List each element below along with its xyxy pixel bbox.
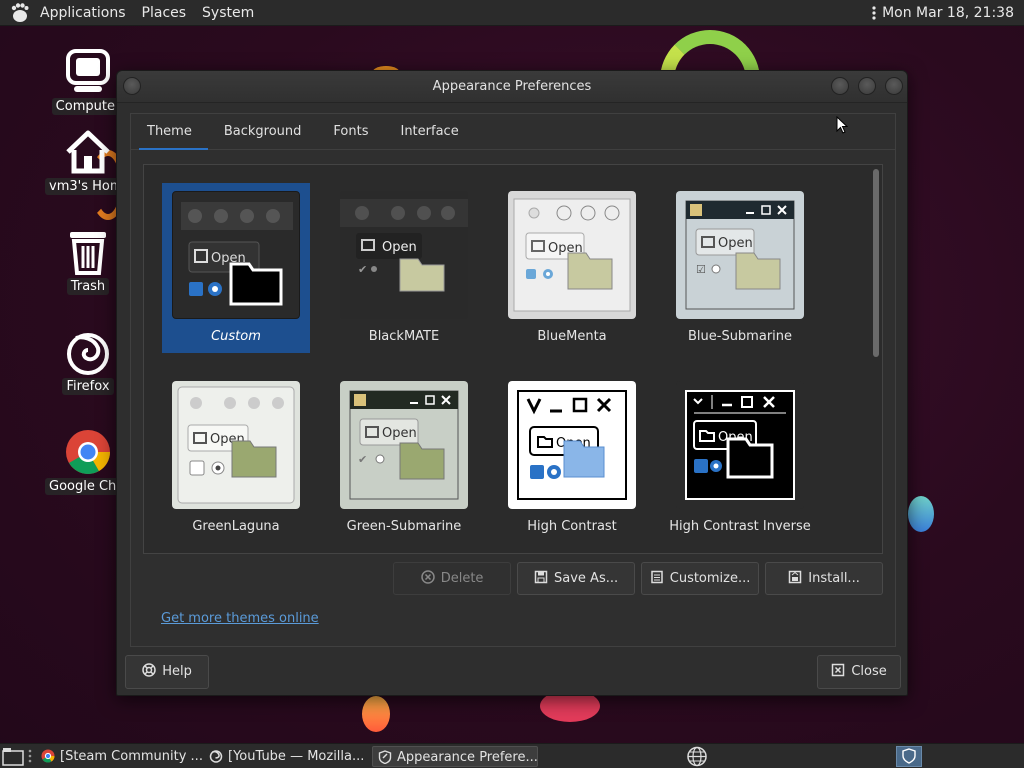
gnome-foot-icon[interactable] — [8, 2, 32, 24]
install-label: Install... — [808, 571, 860, 586]
help-label: Help — [162, 664, 192, 679]
taskbar-item-youtube[interactable]: [YouTube — Mozilla... — [204, 746, 370, 767]
customize-label: Customize... — [669, 571, 751, 586]
computer-icon — [66, 49, 110, 92]
help-button[interactable]: Help — [125, 655, 209, 689]
theme-item-green-submarine[interactable]: Open ✔ Green-Submarine — [330, 373, 478, 543]
tab-background[interactable]: Background — [208, 114, 318, 149]
close-icon — [831, 663, 845, 677]
panel-separator-icon — [28, 749, 32, 763]
kebab-menu-icon[interactable] — [872, 6, 876, 20]
theme-item-blue-submarine[interactable]: Open ☑ Blue-Submarine — [666, 183, 814, 353]
thumb-open-label: Open — [718, 236, 753, 251]
theme-preview: Open ✔ — [340, 381, 468, 509]
firefox-icon — [67, 333, 109, 375]
install-button[interactable]: Install... — [765, 562, 883, 595]
home-icon — [66, 130, 110, 174]
customize-button[interactable]: Customize... — [641, 562, 759, 595]
thumb-open-label: Open — [382, 426, 417, 441]
theme-item-blackmate[interactable]: Open ✔ BlackMATE — [330, 183, 478, 353]
customize-icon — [650, 570, 663, 584]
close-label: Close — [851, 664, 887, 679]
appearance-icon — [378, 750, 392, 764]
top-panel: Applications Places System Mon Mar 18, 2… — [0, 0, 1024, 26]
theme-preview: Open — [508, 381, 636, 509]
save-as-button[interactable]: Save As... — [517, 562, 635, 595]
delete-button[interactable]: Delete — [393, 562, 511, 595]
trash-icon — [70, 232, 106, 275]
theme-name: GreenLaguna — [192, 519, 280, 534]
menu-applications[interactable]: Applications — [32, 0, 134, 26]
mouse-cursor-icon — [836, 116, 848, 134]
theme-item-custom[interactable]: Open Custom — [162, 183, 310, 353]
theme-preview: Open ✔ — [340, 191, 468, 319]
svg-text:☑: ☑ — [696, 263, 706, 276]
notebook: Theme Background Fonts Interface Open Cu… — [130, 113, 896, 647]
svg-text:✔: ✔ — [358, 453, 367, 466]
theme-list: Open Custom Open ✔ BlackMATE Open BlueMe… — [143, 164, 883, 554]
taskbar-item-steam[interactable]: [Steam Community ... — [36, 746, 202, 767]
theme-name: Blue-Submarine — [687, 329, 793, 344]
tab-interface[interactable]: Interface — [384, 114, 474, 149]
theme-preview: Open — [508, 191, 636, 319]
appearance-icon — [902, 748, 916, 764]
window-titlebar[interactable]: Appearance Preferences — [117, 71, 907, 103]
theme-name: BlackMATE — [368, 329, 440, 344]
appearance-preferences-window: Appearance Preferences Theme Background … — [116, 70, 908, 696]
maximize-button[interactable] — [858, 77, 876, 95]
close-button[interactable]: Close — [817, 655, 901, 689]
theme-name: High Contrast — [527, 519, 617, 534]
theme-name: BlueMenta — [537, 329, 607, 344]
scrollbar-thumb[interactable] — [873, 169, 879, 357]
thumb-open-label: Open — [382, 240, 417, 255]
menu-places[interactable]: Places — [134, 0, 195, 26]
workspace-switcher[interactable] — [896, 746, 922, 767]
chrome-icon — [66, 430, 110, 474]
taskbar-item-label: [YouTube — Mozilla... — [228, 749, 365, 764]
theme-preview: Open ☑ — [676, 191, 804, 319]
theme-item-high-contrast-inverse[interactable]: Open High Contrast Inverse — [666, 373, 814, 543]
save-icon — [534, 570, 548, 584]
theme-preview: Open — [172, 191, 300, 319]
network-globe-icon[interactable] — [686, 746, 708, 767]
desktop-icon-label: Trash — [66, 278, 110, 295]
install-icon — [788, 570, 802, 584]
theme-preview: Open — [172, 381, 300, 509]
svg-text:✔: ✔ — [358, 263, 367, 276]
tab-fonts[interactable]: Fonts — [317, 114, 384, 149]
desktop-icon-label: Computer — [51, 98, 125, 115]
delete-label: Delete — [440, 571, 484, 586]
theme-item-greenlaguna[interactable]: Open GreenLaguna — [162, 373, 310, 543]
tab-bar: Theme Background Fonts Interface — [131, 114, 895, 150]
clock[interactable]: Mon Mar 18, 21:38 — [882, 0, 1014, 26]
tab-theme[interactable]: Theme — [131, 114, 208, 150]
theme-item-bluementa[interactable]: Open BlueMenta — [498, 183, 646, 353]
close-window-button[interactable] — [885, 77, 903, 95]
get-more-themes-link[interactable]: Get more themes online — [161, 611, 319, 626]
theme-name: Custom — [211, 329, 261, 344]
desktop-icon-label: Firefox — [62, 378, 114, 395]
menu-system[interactable]: System — [194, 0, 262, 26]
bottom-panel: [Steam Community ... [YouTube — Mozilla.… — [0, 743, 1024, 768]
taskbar-item-label: Appearance Prefere... — [397, 750, 538, 765]
theme-name: High Contrast Inverse — [669, 519, 811, 534]
help-icon — [142, 663, 156, 677]
taskbar-item-appearance[interactable]: Appearance Prefere... — [372, 746, 538, 767]
theme-preview: Open — [676, 381, 804, 509]
show-desktop-icon[interactable] — [2, 747, 24, 766]
theme-item-high-contrast[interactable]: Open High Contrast — [498, 373, 646, 543]
save-as-label: Save As... — [554, 571, 619, 586]
delete-icon — [420, 570, 435, 584]
chrome-icon — [41, 749, 55, 763]
minimize-button[interactable] — [831, 77, 849, 95]
firefox-icon — [209, 750, 223, 763]
theme-name: Green-Submarine — [346, 519, 462, 534]
window-title: Appearance Preferences — [432, 79, 592, 94]
taskbar-item-label: [Steam Community ... — [60, 749, 202, 764]
